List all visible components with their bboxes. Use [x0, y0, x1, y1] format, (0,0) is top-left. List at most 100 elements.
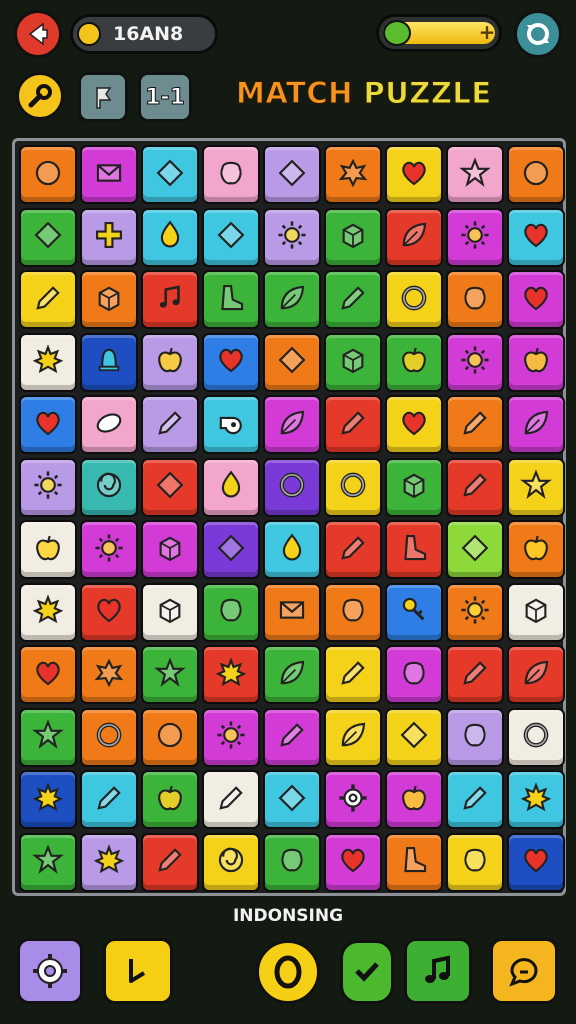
tile-red-leaf[interactable]: [385, 207, 443, 267]
tile-magenta-leaf[interactable]: [507, 395, 565, 454]
tile-green-star[interactable]: [19, 832, 77, 892]
tile-orange-blob[interactable]: [446, 270, 504, 329]
tile-pink-oval[interactable]: [80, 395, 138, 454]
tile-blue-heart[interactable]: [202, 332, 260, 392]
tile-orange-box[interactable]: [80, 270, 138, 329]
plus-icon[interactable]: +: [475, 20, 499, 44]
tile-green-star[interactable]: [19, 707, 77, 767]
tile-magenta-sun[interactable]: [446, 332, 504, 392]
tile-pink-star[interactable]: [446, 145, 504, 204]
tile-cyan-heart[interactable]: [507, 207, 565, 267]
tile-yellow-heart[interactable]: [385, 395, 443, 454]
tile-orange-blob[interactable]: [324, 582, 382, 642]
tile-darkblue-maple[interactable]: [19, 770, 77, 829]
tile-green-box[interactable]: [385, 457, 443, 517]
tile-yellow-ring[interactable]: [324, 457, 382, 517]
tile-red-pencil[interactable]: [324, 520, 382, 579]
tile-magenta-apple[interactable]: [507, 332, 565, 392]
check-button[interactable]: [340, 940, 394, 1004]
tile-orange-circle[interactable]: [141, 707, 199, 767]
tile-red-pencil[interactable]: [446, 457, 504, 517]
tile-purple-ring[interactable]: [263, 457, 321, 517]
tile-green-diamond[interactable]: [19, 207, 77, 267]
tile-red-boot[interactable]: [385, 520, 443, 579]
tile-magenta-heart[interactable]: [507, 270, 565, 329]
tile-cyan-diamond[interactable]: [141, 145, 199, 204]
tile-purple-diamond[interactable]: [202, 520, 260, 579]
tile-orange-splat[interactable]: [80, 645, 138, 704]
tile-orange-pencil[interactable]: [446, 395, 504, 454]
tile-green-blob[interactable]: [202, 582, 260, 642]
tile-orange-envelope[interactable]: [263, 582, 321, 642]
tile-green-blob[interactable]: [263, 832, 321, 892]
tile-white-apple[interactable]: [19, 520, 77, 579]
tile-cyan-whistle[interactable]: [202, 395, 260, 454]
tile-white-ring[interactable]: [507, 707, 565, 767]
tile-lavender-apple[interactable]: [141, 332, 199, 392]
tile-white-box[interactable]: [141, 582, 199, 642]
tile-cyan-pencil[interactable]: [446, 770, 504, 829]
tile-yellow-pencil[interactable]: [324, 645, 382, 704]
tile-orange-circle[interactable]: [19, 145, 77, 204]
chat-button[interactable]: [490, 938, 558, 1004]
tile-green-leaf[interactable]: [263, 645, 321, 704]
tile-yellow-star[interactable]: [507, 457, 565, 517]
tile-magenta-envelope[interactable]: [80, 145, 138, 204]
tile-green-box[interactable]: [324, 207, 382, 267]
back-button[interactable]: [14, 10, 62, 58]
tile-red-maple[interactable]: [202, 645, 260, 704]
tile-cyan-maple[interactable]: [507, 770, 565, 829]
tile-orange-ring[interactable]: [80, 707, 138, 767]
tile-white-box[interactable]: [507, 582, 565, 642]
tile-yellow-swirl[interactable]: [202, 832, 260, 892]
tile-yellow-blob[interactable]: [446, 832, 504, 892]
tile-cyan-pencil[interactable]: [80, 770, 138, 829]
tile-red-heart[interactable]: [80, 582, 138, 642]
tile-orange-boot[interactable]: [385, 832, 443, 892]
tile-green-leaf[interactable]: [263, 270, 321, 329]
tile-red-leaf[interactable]: [507, 645, 565, 704]
tile-orange-circle[interactable]: [507, 145, 565, 204]
tile-blue-key[interactable]: [385, 582, 443, 642]
tile-lavender-sun[interactable]: [19, 457, 77, 517]
tile-cyan-drop[interactable]: [141, 207, 199, 267]
tile-orange-diamond[interactable]: [263, 332, 321, 392]
tile-lavender-diamond[interactable]: [263, 145, 321, 204]
tile-yellow-heart[interactable]: [385, 145, 443, 204]
tile-pink-drop[interactable]: [202, 457, 260, 517]
tile-red-pencil[interactable]: [141, 832, 199, 892]
tile-cyan-diamond[interactable]: [202, 207, 260, 267]
tile-orange-splat[interactable]: [324, 145, 382, 204]
tile-lavender-pencil[interactable]: [141, 395, 199, 454]
tile-yellow-ring[interactable]: [385, 270, 443, 329]
tile-teal-swirl[interactable]: [80, 457, 138, 517]
tile-magenta-heart[interactable]: [324, 832, 382, 892]
tile-red-diamond[interactable]: [141, 457, 199, 517]
tile-lavender-sun[interactable]: [263, 207, 321, 267]
tile-magenta-pencil[interactable]: [263, 707, 321, 767]
tile-darkblue-bell[interactable]: [80, 332, 138, 392]
tile-cyan-diamond[interactable]: [263, 770, 321, 829]
tile-magenta-sun[interactable]: [202, 707, 260, 767]
note-button[interactable]: [103, 938, 173, 1004]
tile-orange-sun[interactable]: [446, 582, 504, 642]
tile-magenta-blob[interactable]: [385, 645, 443, 704]
tile-yellow-leaf[interactable]: [324, 707, 382, 767]
tile-red-pencil[interactable]: [324, 395, 382, 454]
tile-blue-heart[interactable]: [19, 395, 77, 454]
ring-button[interactable]: [256, 940, 320, 1004]
tile-white-maple[interactable]: [19, 332, 77, 392]
tile-white-maple[interactable]: [19, 582, 77, 642]
tile-orange-heart[interactable]: [19, 645, 77, 704]
tile-magenta-sun[interactable]: [80, 520, 138, 579]
settings-button[interactable]: [514, 10, 562, 58]
gear-button[interactable]: [17, 938, 83, 1004]
tile-orange-apple[interactable]: [507, 520, 565, 579]
tile-lime-diamond[interactable]: [446, 520, 504, 579]
tile-cyan-drop[interactable]: [263, 520, 321, 579]
tile-lavender-blob[interactable]: [446, 707, 504, 767]
tile-yellow-pencil[interactable]: [19, 270, 77, 329]
tile-white-pencil[interactable]: [202, 770, 260, 829]
tile-magenta-apple[interactable]: [385, 770, 443, 829]
music-button[interactable]: [404, 938, 472, 1004]
